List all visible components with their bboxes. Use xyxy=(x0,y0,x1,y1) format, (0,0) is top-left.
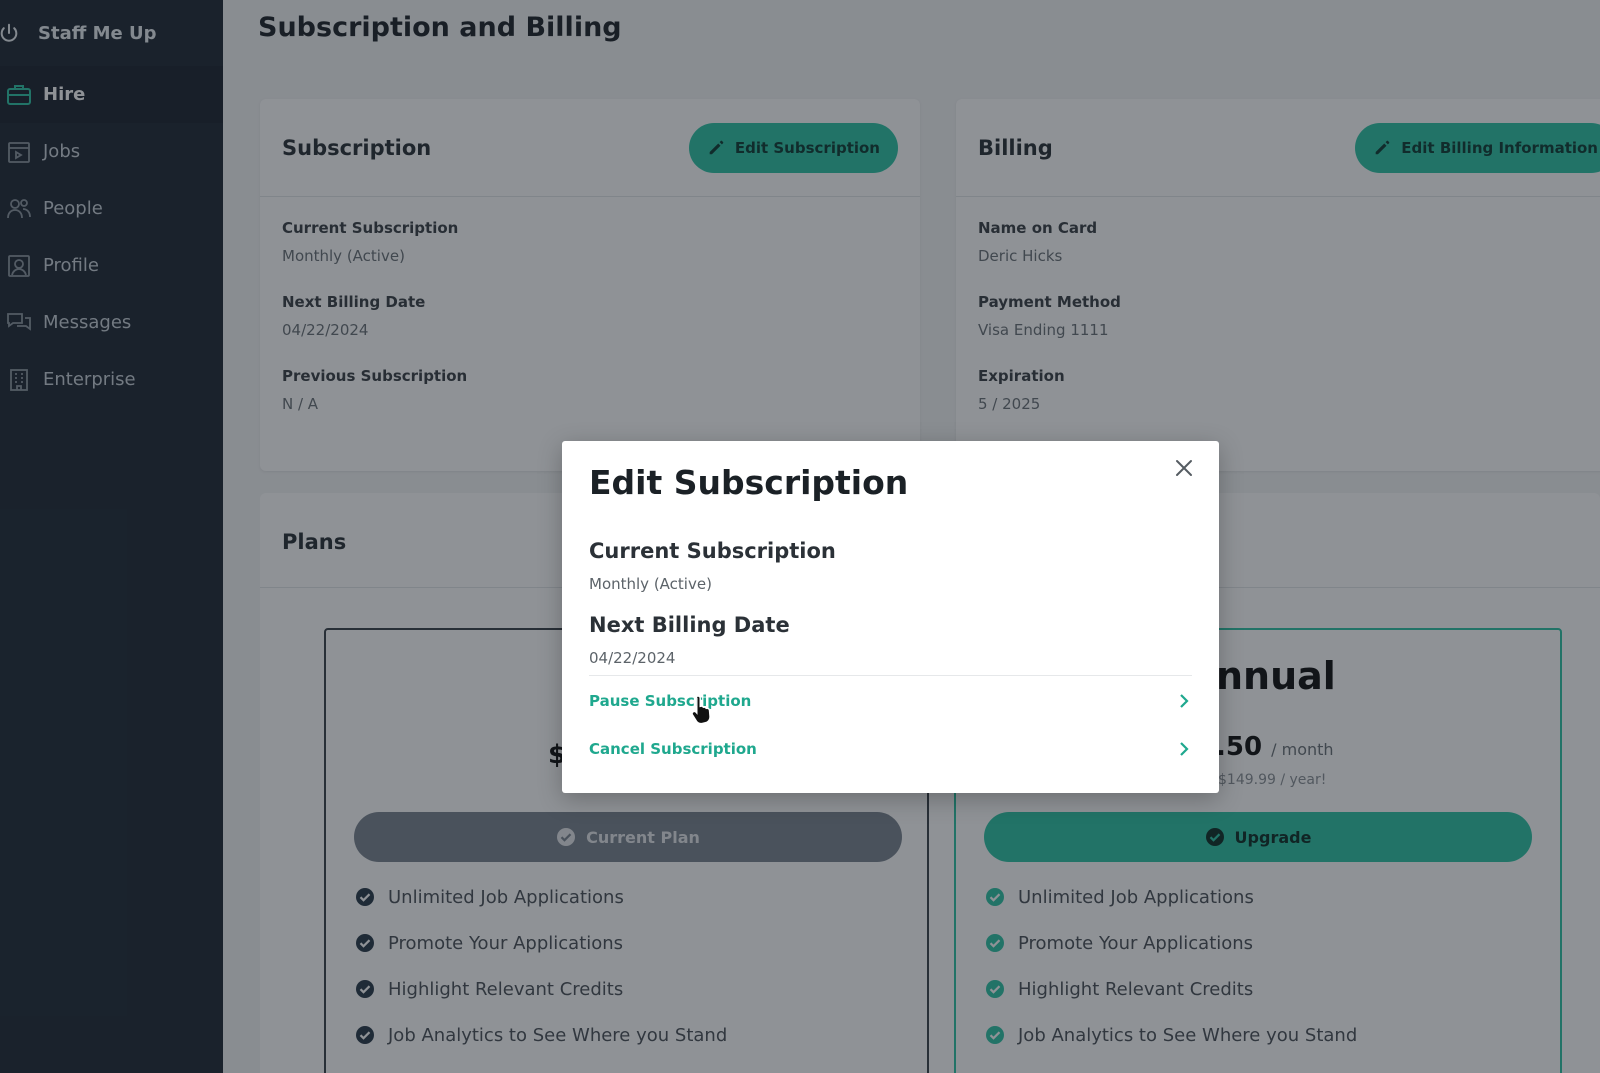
chevron-right-icon xyxy=(1176,693,1192,709)
edit-subscription-modal: Edit Subscription Current Subscription M… xyxy=(562,441,1219,793)
action-label: Pause Subscription xyxy=(589,692,752,710)
pause-subscription-link[interactable]: Pause Subscription xyxy=(589,681,1192,721)
divider xyxy=(589,675,1192,676)
chevron-right-icon xyxy=(1176,741,1192,757)
cancel-subscription-link[interactable]: Cancel Subscription xyxy=(589,729,1192,769)
modal-current-label: Current Subscription xyxy=(589,539,836,563)
modal-title: Edit Subscription xyxy=(589,463,909,502)
action-label: Cancel Subscription xyxy=(589,740,757,758)
hand-cursor-icon xyxy=(691,695,711,724)
modal-next-value: 04/22/2024 xyxy=(589,649,676,667)
modal-next-label: Next Billing Date xyxy=(589,613,790,637)
close-icon[interactable] xyxy=(1171,455,1197,481)
modal-current-value: Monthly (Active) xyxy=(589,575,712,593)
